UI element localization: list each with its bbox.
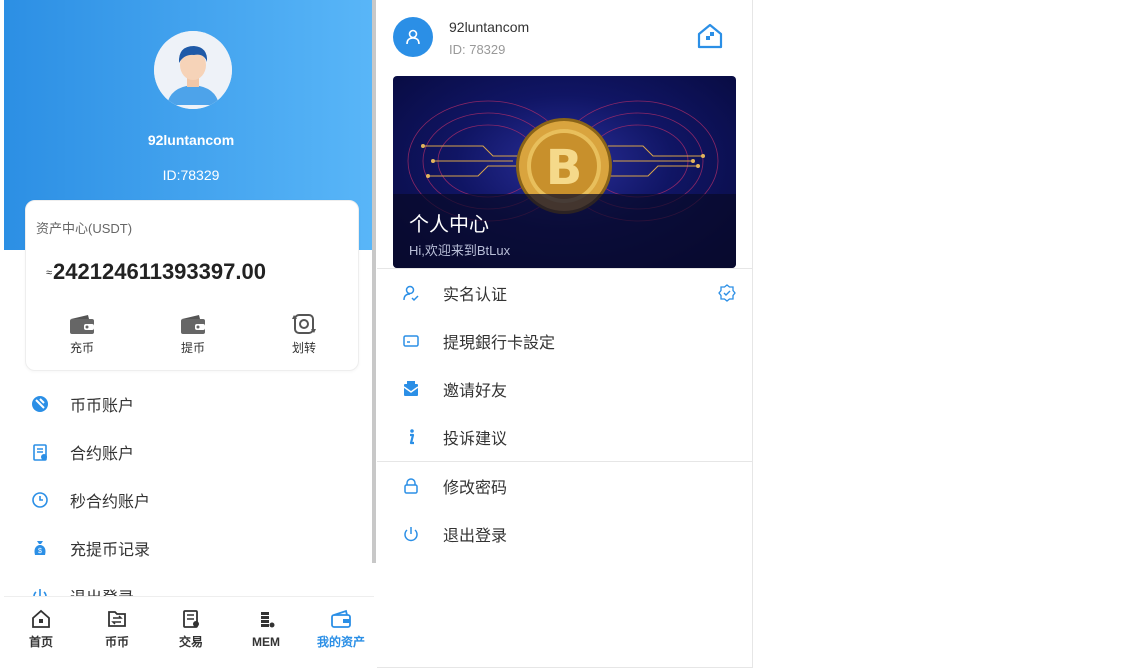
wallet-icon (181, 315, 205, 334)
asset-card-title: 资产中心(USDT) (36, 221, 133, 236)
username: 92luntancom (147, 132, 235, 148)
deposit-button[interactable]: 充币 (52, 313, 112, 357)
home-icon (32, 609, 50, 628)
avatar[interactable] (154, 31, 232, 109)
wallet-icon (70, 315, 94, 334)
contract-account-icon (28, 442, 52, 462)
menu-item-second-contract-account[interactable]: 秒合约账户 (4, 476, 374, 524)
money-bag-icon: $ (28, 538, 52, 558)
tab-label: 交易 (178, 635, 203, 649)
invite-mail-icon (401, 379, 421, 399)
menu-item-invite-friends[interactable]: 邀请好友 (377, 365, 753, 413)
coin-account-icon (28, 394, 52, 414)
info-icon (401, 427, 421, 447)
user-verify-icon (401, 283, 421, 303)
user-id: ID: 78329 (449, 42, 506, 57)
bank-card-icon (401, 331, 421, 351)
tab-label: 首页 (28, 635, 53, 649)
lock-icon (401, 476, 421, 496)
tab-label: 我的资产 (316, 635, 365, 649)
tab-trade[interactable]: 交易 (161, 609, 221, 651)
tab-my-assets[interactable]: 我的资产 (311, 609, 371, 651)
menu-item-label: 投诉建议 (443, 431, 508, 448)
approx-symbol: ≈ (46, 267, 53, 280)
menu-item-coin-account[interactable]: 币币账户 (4, 380, 374, 428)
menu-item-label: 提現銀行卡設定 (443, 335, 556, 352)
menu-item-label: 实名认证 (443, 287, 508, 304)
asset-actions: 充币 提币 划转 (26, 313, 360, 363)
bottom-tabbar: 首页 币币 交易 MEM 我的资产 (4, 596, 374, 671)
tab-label: 币币 (104, 635, 129, 649)
menu-item-label: 邀请好友 (443, 383, 508, 400)
home-icon[interactable] (696, 22, 724, 50)
exchange-icon (108, 611, 126, 627)
banner-subtitle: Hi,欢迎来到BtLux (409, 243, 511, 258)
verified-badge-icon (718, 284, 736, 302)
svg-text:B: B (546, 140, 583, 196)
clock-icon (28, 490, 52, 510)
banner: B 个人中心 Hi,欢迎来到BtLux (393, 76, 736, 268)
transfer-button[interactable]: 划转 (274, 313, 334, 357)
menu-item-real-name-verify[interactable]: 实名认证 (377, 269, 753, 317)
withdraw-label: 提币 (180, 341, 205, 355)
asset-value-number: 242124611393397.00 (53, 259, 266, 284)
settings-menu: 实名认证 提現銀行卡設定 邀请好友 投诉建议 修改密码 退出登录 (377, 268, 753, 558)
menu-item-change-password[interactable]: 修改密码 (377, 462, 753, 510)
power-icon (401, 524, 421, 544)
user-id: ID:78329 (162, 167, 220, 183)
svg-text:$: $ (38, 548, 42, 555)
user-icon (406, 29, 420, 45)
menu-item-contract-account[interactable]: 合约账户 (4, 428, 374, 476)
deposit-label: 充币 (69, 341, 94, 355)
menu-item-label: 充提币记录 (70, 542, 151, 559)
tab-home[interactable]: 首页 (11, 609, 71, 651)
asset-card: 资产中心(USDT) ≈242124611393397.00 充币 提币 划转 (25, 200, 359, 371)
asset-total-value: ≈242124611393397.00 (46, 259, 266, 285)
account-menu: 币币账户 合约账户 秒合约账户 $ 充提币记录 退出登录 (4, 380, 374, 620)
menu-item-deposit-withdraw-records[interactable]: $ 充提币记录 (4, 524, 374, 572)
tab-mem[interactable]: MEM (236, 609, 296, 651)
menu-item-label: 退出登录 (443, 528, 508, 545)
scrollbar[interactable] (372, 0, 376, 563)
menu-item-label: 币币账户 (70, 398, 135, 415)
withdraw-button[interactable]: 提币 (163, 313, 223, 357)
assets-page: 92luntancom ID:78329 资产中心(USDT) ≈2421246… (4, 0, 374, 671)
coins-stack-icon (261, 612, 275, 628)
avatar[interactable] (393, 17, 433, 57)
menu-item-label: 合约账户 (70, 446, 135, 463)
avatar-icon (154, 31, 232, 109)
personal-center-page: 92luntancom ID: 78329 B 个人中心 Hi,欢迎来到BtLu… (377, 0, 753, 668)
tab-label: MEM (252, 635, 280, 649)
wallet-icon (331, 609, 351, 628)
banner-title: 个人中心 (409, 214, 489, 236)
transfer-label: 划转 (291, 341, 316, 355)
username: 92luntancom (449, 19, 530, 35)
transfer-icon (292, 314, 316, 334)
menu-item-label: 修改密码 (443, 480, 508, 497)
trade-icon (183, 610, 199, 628)
menu-item-logout[interactable]: 退出登录 (377, 510, 753, 558)
menu-item-bank-card[interactable]: 提現銀行卡設定 (377, 317, 753, 365)
menu-item-complaints-suggestions[interactable]: 投诉建议 (377, 413, 753, 461)
tab-coin[interactable]: 币币 (87, 609, 147, 651)
menu-item-label: 秒合约账户 (70, 494, 151, 511)
